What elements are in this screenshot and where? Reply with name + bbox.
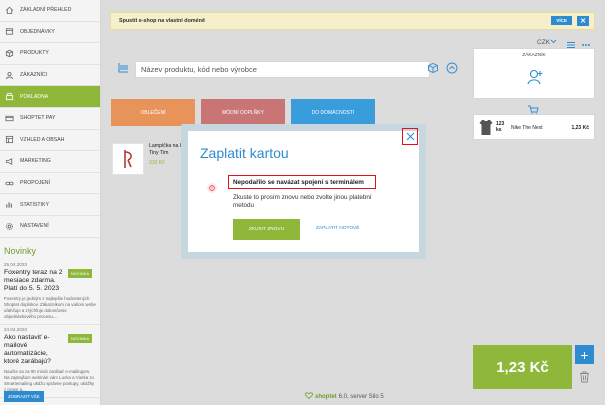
gear-icon xyxy=(4,221,14,231)
product-search-bar: Název produktu, kód nebo výrobce xyxy=(111,56,463,82)
news-item[interactable]: 24.04.2023 Ako nastaviť e-mailové automa… xyxy=(0,325,100,398)
card-icon xyxy=(4,113,14,123)
error-icon xyxy=(207,183,217,193)
megaphone-icon xyxy=(4,156,14,166)
cart-item-qty: 123 ks xyxy=(496,121,504,133)
product-image xyxy=(112,143,144,175)
sidebar-item-register[interactable]: POKLADNA xyxy=(0,86,100,108)
chevron-up-icon[interactable] xyxy=(446,61,458,79)
sidebar-item-orders[interactable]: OBJEDNÁVKY xyxy=(0,22,100,44)
sidebar-item-appearance[interactable]: VZHLED A OBSAH xyxy=(0,130,100,152)
banner-text: Spustit e-shop na vlastní doméně xyxy=(119,18,205,24)
product-tile[interactable]: Lampička na k - Tiny Tim 310 Kč xyxy=(112,140,186,182)
cart-line-item[interactable]: 123 ks Nike The Next 1,23 Kč xyxy=(473,114,595,140)
add-button[interactable]: + xyxy=(575,345,594,364)
sidebar-item-settings[interactable]: NASTAVENÍ xyxy=(0,216,100,238)
sidebar-item-label: PROPOJENÍ xyxy=(20,180,50,187)
news-headline[interactable]: Foxentry teraz na 2 mesiace zdarma. Plat… xyxy=(4,269,64,293)
cart-item-qty-unit: ks xyxy=(496,127,502,133)
news-headline[interactable]: Ako nastaviť e-mailové automatizácie, kt… xyxy=(4,334,64,366)
banner-more-button[interactable]: VÍCE xyxy=(551,16,572,25)
link-icon xyxy=(4,178,14,188)
sidebar-item-statistics[interactable]: STATISTIKY xyxy=(0,194,100,216)
footer: shoptet 6.0, server Silo 5 xyxy=(305,392,384,401)
search-input[interactable]: Název produktu, kód nebo výrobce xyxy=(135,60,430,78)
sidebar-item-label: PRODUKTY xyxy=(20,50,49,57)
product-price: 310 Kč xyxy=(149,160,165,166)
currency-select[interactable]: CZK xyxy=(537,38,557,46)
sidebar-item-customers[interactable]: ZÁKAZNÍCI xyxy=(0,65,100,87)
sidebar-item-label: NASTAVENÍ xyxy=(20,223,49,230)
customer-label: ZÁKAZNÍK xyxy=(522,53,546,58)
category-accessories[interactable]: MÓDNÍ DOPLŇKY xyxy=(201,99,285,126)
currency-value: CZK xyxy=(537,38,550,46)
cart-item-name: Nike The Next xyxy=(511,125,543,131)
version-text: 6.0, server Silo 5 xyxy=(338,393,384,400)
box-icon xyxy=(4,48,14,58)
sidebar-item-label: POKLADNA xyxy=(20,93,49,100)
chevron-down-icon xyxy=(550,38,557,46)
error-text: Zkuste to prosím znovu nebo zvolte jinou… xyxy=(233,194,372,209)
sidebar-item-label: VZHLED A OBSAH xyxy=(20,136,65,143)
sidebar-item-dashboard[interactable]: ZÁKLADNÍ PŘEHLED xyxy=(0,0,100,22)
pay-cash-link[interactable]: ZAPLATIT HOTOVĚ xyxy=(316,226,359,231)
category-clothing[interactable]: OBLEČENÍ xyxy=(111,99,195,126)
sidebar-item-marketing[interactable]: MARKETING xyxy=(0,151,100,173)
sidebar-item-label: MARKETING xyxy=(20,158,51,165)
package-icon[interactable] xyxy=(427,61,439,79)
banner-close-button[interactable]: ✕ xyxy=(577,16,589,26)
news-item[interactable]: 25.04.2023 Foxentry teraz na 2 mesiace z… xyxy=(0,260,100,325)
add-user-icon[interactable] xyxy=(526,68,544,91)
retry-button[interactable]: ZKUSIT ZNOVU xyxy=(233,219,300,240)
sidebar-item-shoptet-pay[interactable]: SHOPTET PAY xyxy=(0,108,100,130)
show-all-news-button[interactable]: ZOBRAZIT VŠE xyxy=(4,391,44,402)
sidebar-item-products[interactable]: PRODUKTY xyxy=(0,43,100,65)
error-title: Nepodařilo se navázat spojení s terminál… xyxy=(228,175,376,189)
news-text: Foxentry je jedným z najlepšie hodnotený… xyxy=(4,295,96,319)
home-icon xyxy=(4,5,14,15)
sidebar-item-label: SHOPTET PAY xyxy=(20,115,56,122)
news-date: 25.04.2023 xyxy=(4,261,27,267)
modal-title: Zaplatit kartou xyxy=(200,145,289,161)
sidebar-item-label: STATISTIKY xyxy=(20,201,49,208)
close-icon xyxy=(406,128,415,146)
news-badge: NOVINKA xyxy=(67,333,92,343)
sidebar-item-integrations[interactable]: PROPOJENÍ xyxy=(0,173,100,195)
orders-icon xyxy=(4,27,14,37)
pay-total-button[interactable]: 1,23 Kč xyxy=(473,345,572,389)
news-badge: NOVINKA xyxy=(67,268,92,278)
news-date: 24.04.2023 xyxy=(4,326,27,332)
news-title: Novinky xyxy=(4,245,37,256)
barcode-icon[interactable] xyxy=(117,61,130,79)
modal-close-button[interactable] xyxy=(402,128,418,145)
shoptet-logo: shoptet xyxy=(315,393,337,400)
trash-icon[interactable] xyxy=(575,367,594,386)
cart-item-price: 1,23 Kč xyxy=(571,125,589,131)
layout-icon xyxy=(4,135,14,145)
domain-banner: Spustit e-shop na vlastní doméně VÍCE ✕ xyxy=(110,12,595,30)
sidebar-item-label: ZÁKLADNÍ PŘEHLED xyxy=(20,7,72,14)
customer-panel[interactable]: ZÁKAZNÍK xyxy=(473,48,595,99)
register-icon xyxy=(4,92,14,102)
sidebar-item-label: OBJEDNÁVKY xyxy=(20,28,55,35)
heart-icon xyxy=(305,392,313,401)
tshirt-icon xyxy=(479,119,493,138)
chart-icon xyxy=(4,200,14,210)
news-text: Naučte sa za 90 minút zarábať e-mailingo… xyxy=(4,368,95,392)
users-icon xyxy=(4,70,14,80)
sidebar: ZÁKLADNÍ PŘEHLED OBJEDNÁVKY PRODUKTY ZÁK… xyxy=(0,0,101,405)
category-home[interactable]: DO DOMÁCNOSTI xyxy=(291,99,375,126)
sidebar-item-label: ZÁKAZNÍCI xyxy=(20,72,48,79)
